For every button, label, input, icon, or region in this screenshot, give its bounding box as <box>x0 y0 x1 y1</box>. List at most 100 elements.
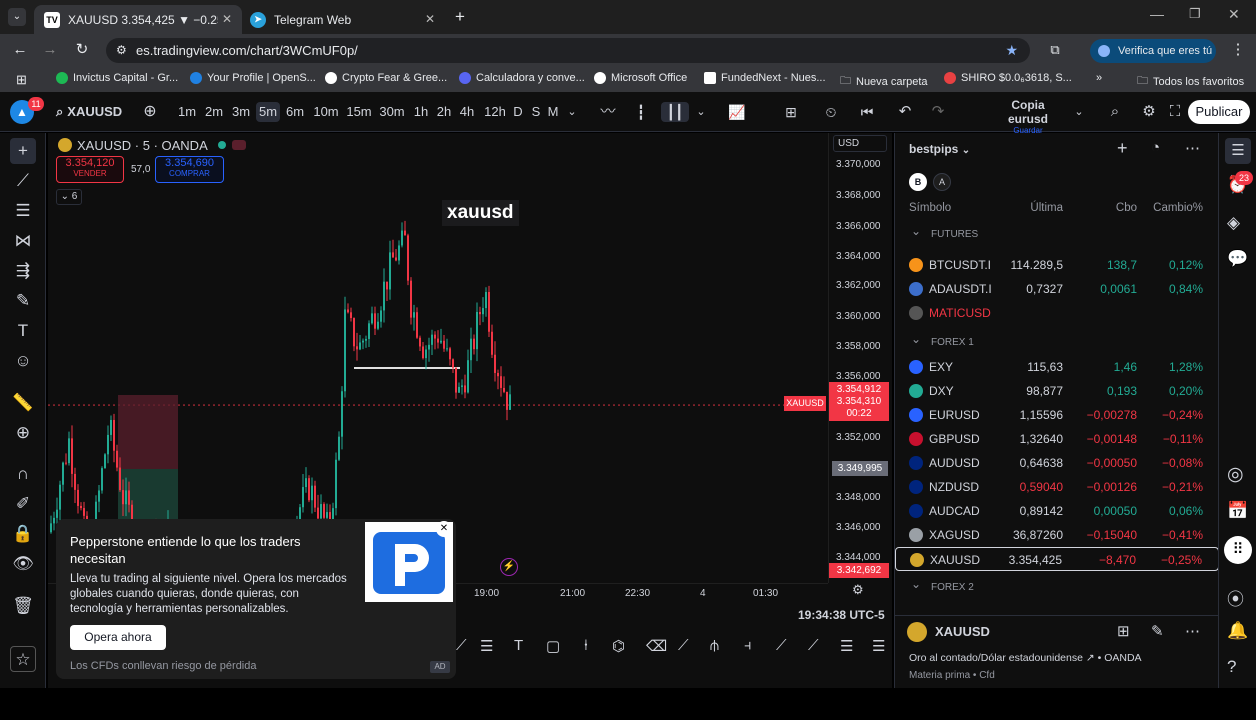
timeframe-3m[interactable]: 3m <box>230 102 252 122</box>
extended-line-icon[interactable]: ⟋ <box>808 637 819 654</box>
lightning-icon[interactable]: ⚡ <box>500 558 518 576</box>
text-icon[interactable]: T <box>10 318 36 344</box>
watchlist-row[interactable]: ADAUSDT.I 0,7327 0,0061 0,84% <box>895 277 1219 301</box>
compare-symbol-icon[interactable]: ⊕ <box>140 102 160 122</box>
vertical-line-icon[interactable]: ⍿ <box>584 637 588 654</box>
timeframe-m[interactable]: M <box>546 102 560 122</box>
timeframe-dropdown-icon[interactable]: ⌄ <box>565 102 579 122</box>
external-link-icon[interactable]: ↗ <box>1086 652 1095 664</box>
watchlist-row[interactable]: EURUSD 1,15596 −0,00278 −0,24% <box>895 403 1219 427</box>
text-tool-icon[interactable]: T <box>514 637 523 654</box>
column-change-pct[interactable]: Cambio% <box>1153 196 1203 220</box>
bookmark-item[interactable]: FundedNext - Nues... <box>704 72 826 84</box>
publish-button[interactable]: Publicar <box>1188 100 1250 124</box>
watchlist-row[interactable]: AUDCAD 0,89142 0,00050 0,06% <box>895 499 1219 523</box>
section-forex-1[interactable]: FOREX 1 <box>895 327 1219 355</box>
timeframe-15m[interactable]: 15m <box>345 102 373 122</box>
watchlist-row[interactable]: DXY 98,877 0,193 0,20% <box>895 379 1219 403</box>
watchlist-row[interactable]: XAGUSD 36,87260 −0,15040 −0,41% <box>895 523 1219 547</box>
tab-list-chevron-icon[interactable]: ⌄ <box>8 8 26 26</box>
trash-icon[interactable]: 🗑 <box>10 593 36 619</box>
indicators-collapse-button[interactable]: ⌄ 6 <box>56 189 82 205</box>
site-info-icon[interactable]: ⚙ <box>116 38 127 63</box>
timeframe-10m[interactable]: 10m <box>312 102 340 122</box>
bookmark-item[interactable]: Invictus Capital - Gr... <box>56 72 178 84</box>
section-futures[interactable]: FUTURES <box>895 219 1219 247</box>
quick-search-icon[interactable]: ⌕ <box>1104 102 1126 122</box>
bars-chart-icon[interactable]: ┇ <box>630 102 652 122</box>
column-last[interactable]: Última <box>1030 196 1063 220</box>
timeframe-d[interactable]: D <box>511 102 525 122</box>
prediction-icon[interactable]: ⇶ <box>10 258 36 284</box>
bookmark-folder[interactable]: 🗀 Nueva carpeta <box>840 72 928 91</box>
crosshair-icon[interactable]: + <box>10 138 36 164</box>
close-tab-icon[interactable]: ✕ <box>425 12 435 26</box>
pattern-icon[interactable]: ⋈ <box>10 228 36 254</box>
bookmark-item[interactable]: Crypto Fear & Gree... <box>325 72 447 84</box>
emoji-icon[interactable]: ☺ <box>10 348 36 374</box>
lock-icon[interactable]: 🔒 <box>10 521 36 547</box>
buy-button[interactable]: 3.354,690 COMPRAR <box>155 156 224 183</box>
price-chart[interactable] <box>48 133 828 583</box>
timeframe-2h[interactable]: 2h <box>434 102 454 122</box>
symbol-search-button[interactable]: ⌕ XAUUSD <box>56 102 122 122</box>
timeframe-2m[interactable]: 2m <box>203 102 225 122</box>
brush-icon[interactable]: ✎ <box>10 288 36 314</box>
timeframe-6m[interactable]: 6m <box>284 102 306 122</box>
broadcast-icon[interactable]: ⦿ <box>1227 585 1244 610</box>
bookmark-star-icon[interactable]: ★ <box>1005 38 1018 63</box>
minimize-icon[interactable]: — <box>1150 6 1164 22</box>
flag-icon[interactable] <box>231 140 246 150</box>
channel-icon[interactable]: ☰ <box>840 637 853 655</box>
position-icon[interactable]: ⫞ <box>744 637 752 654</box>
pitchfork-icon[interactable]: ⫛ <box>710 637 719 654</box>
bookmark-item[interactable]: Calculadora y conve... <box>459 72 585 84</box>
magnet-icon[interactable]: ∩ <box>10 461 36 487</box>
eraser-icon[interactable]: ⌫ <box>646 637 667 655</box>
ad-close-icon[interactable]: ✕ <box>436 521 452 537</box>
rectangle-icon[interactable]: ▢ <box>546 637 560 655</box>
new-tab-icon[interactable]: + <box>455 7 465 27</box>
bookmark-item[interactable]: Your Profile | OpenS... <box>190 72 316 84</box>
indicators-icon[interactable]: 📈 <box>726 102 748 122</box>
section-forex-2[interactable]: FOREX 2 <box>895 572 1219 600</box>
alert-icon[interactable]: ⏲ <box>820 102 842 122</box>
line-chart-icon[interactable]: 〰 <box>596 102 620 122</box>
layers-icon[interactable]: ◈ <box>1227 213 1240 233</box>
close-window-icon[interactable]: ✕ <box>1228 6 1240 23</box>
timeframe-12h[interactable]: 12h <box>482 102 508 122</box>
calendar-icon[interactable]: 📅 <box>1227 501 1248 521</box>
reload-icon[interactable]: ↻ <box>72 40 92 60</box>
ad-cta-button[interactable]: Opera ahora <box>70 625 166 650</box>
timeframe-30m[interactable]: 30m <box>378 102 406 122</box>
price-axis[interactable]: USD 3.370,000 3.368,000 3.366,000 3.364,… <box>828 133 892 583</box>
advanced-view-icon[interactable]: ◔ <box>1151 139 1160 156</box>
fullscreen-icon[interactable]: ⛶ <box>1168 102 1182 122</box>
notifications-icon[interactable]: 🔔 <box>1227 621 1248 641</box>
tab-tradingview[interactable]: TV XAUUSD 3.354,425 ▼ −0.25% ( ✕ <box>34 5 242 34</box>
watchlist-icon[interactable]: ☰ <box>1225 138 1251 164</box>
candles-chart-icon[interactable]: ┃┃ <box>661 102 689 122</box>
timeframe-1m[interactable]: 1m <box>176 102 198 122</box>
restore-icon[interactable]: ❐ <box>1189 6 1201 22</box>
short-position-stop-zone[interactable] <box>118 395 178 469</box>
add-symbol-icon[interactable]: + <box>1117 138 1128 159</box>
watchlist-row[interactable]: AUDUSD 0,64638 −0,00050 −0,08% <box>895 451 1219 475</box>
redo-icon[interactable]: ↷ <box>927 102 949 122</box>
more-icon[interactable]: ⋯ <box>1185 622 1200 640</box>
timeframe-1h[interactable]: 1h <box>411 102 431 122</box>
chat-icon[interactable]: 💬 <box>1227 249 1248 269</box>
menu-icon[interactable]: ⋮ <box>1228 40 1248 60</box>
replay-icon[interactable]: ⏮ <box>856 102 878 122</box>
zoom-in-icon[interactable]: ⊕ <box>10 420 36 446</box>
watchlist-row[interactable]: EXY 115,63 1,46 1,28% <box>895 355 1219 379</box>
column-symbol[interactable]: Símbolo <box>909 196 951 220</box>
filter-b-button[interactable]: B <box>909 173 927 191</box>
watchlist-row[interactable]: NZDUSD 0,59040 −0,00126 −0,21% <box>895 475 1219 499</box>
fib-icon[interactable]: ☰ <box>480 637 493 655</box>
forward-icon[interactable]: → <box>40 40 60 60</box>
column-change[interactable]: Cbo <box>1116 196 1137 220</box>
help-icon[interactable]: ? <box>1227 657 1236 677</box>
extensions-icon[interactable]: ⧉ <box>1045 40 1065 60</box>
more-bookmarks-icon[interactable]: » <box>1096 72 1102 84</box>
